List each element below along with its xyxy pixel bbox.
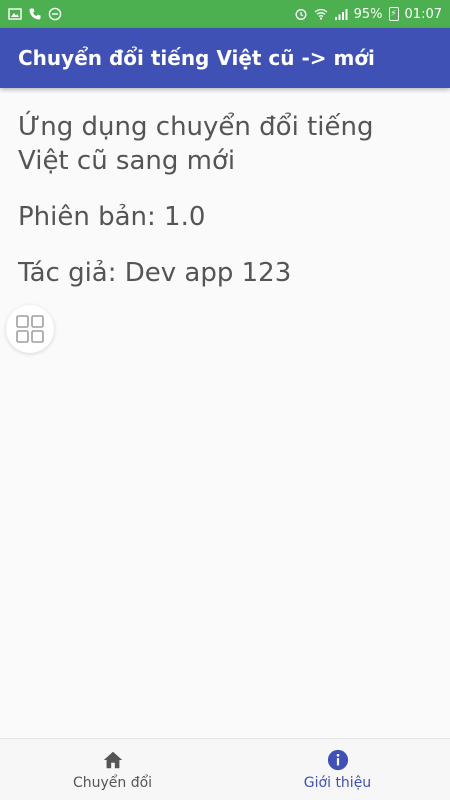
image-notification-icon bbox=[8, 7, 22, 21]
clock: 01:07 bbox=[404, 6, 442, 22]
battery-charging-icon: ⚡ bbox=[388, 7, 399, 21]
nav-label-about: Giới thiệu bbox=[303, 774, 372, 791]
status-right-icons: 95% ⚡ 01:07 bbox=[294, 7, 442, 22]
app-author: Tác giả: Dev app 123 bbox=[18, 258, 292, 288]
do-not-disturb-icon bbox=[48, 7, 62, 21]
nav-item-convert[interactable]: Chuyển đổi bbox=[0, 739, 225, 800]
home-icon bbox=[103, 751, 122, 768]
battery-percent: 95% bbox=[353, 6, 383, 22]
status-bar: 95% ⚡ 01:07 bbox=[0, 0, 450, 28]
floating-grid-button[interactable] bbox=[6, 305, 54, 353]
status-left-icons bbox=[8, 7, 62, 21]
info-icon bbox=[327, 749, 348, 770]
nav-label-convert: Chuyển đổi bbox=[72, 774, 153, 791]
app-bar: Chuyển đổi tiếng Việt cũ -> mới bbox=[0, 28, 450, 88]
signal-icon bbox=[334, 7, 348, 21]
app-description: Ứng dụng chuyển đổi tiếng Việt cũ sang m… bbox=[18, 112, 374, 176]
about-content: Ứng dụng chuyển đổi tiếng Việt cũ sang m… bbox=[0, 88, 450, 738]
phone-icon bbox=[28, 7, 42, 21]
alarm-icon bbox=[294, 7, 308, 21]
app-version: Phiên bản: 1.0 bbox=[18, 202, 206, 232]
nav-item-about[interactable]: Giới thiệu bbox=[225, 739, 450, 800]
wifi-icon bbox=[314, 7, 328, 21]
app-title: Chuyển đổi tiếng Việt cũ -> mới bbox=[18, 46, 375, 70]
bottom-navigation: Chuyển đổi Giới thiệu bbox=[0, 738, 450, 800]
grid-icon bbox=[16, 315, 44, 343]
